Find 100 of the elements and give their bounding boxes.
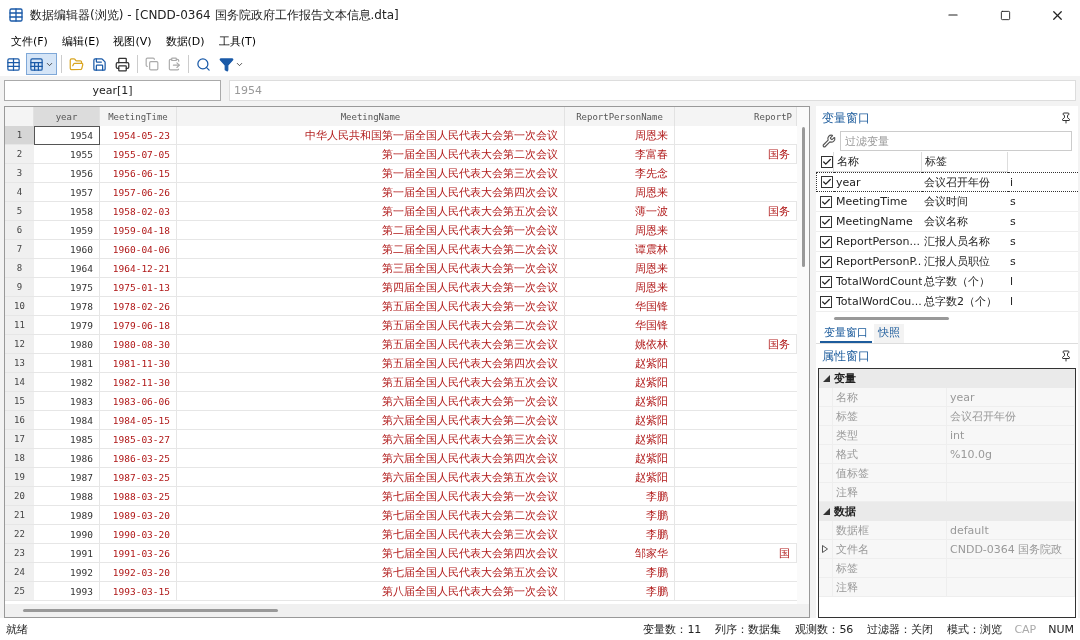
- checkbox[interactable]: [821, 176, 833, 188]
- table-cell: 第六届全国人民代表大会第五次会议: [177, 468, 565, 487]
- row-number[interactable]: 8: [5, 259, 34, 278]
- browse-mode-button[interactable]: [26, 53, 57, 75]
- table-cell: 第七届全国人民代表大会第三次会议: [177, 525, 565, 544]
- table-cell: 中华人民共和国第一届全国人民代表大会第一次会议: [177, 126, 565, 145]
- row-number[interactable]: 5: [5, 202, 34, 221]
- pin-icon[interactable]: [1060, 112, 1072, 124]
- row-number[interactable]: 15: [5, 392, 34, 411]
- table-cell: 第七届全国人民代表大会第四次会议: [177, 544, 565, 563]
- row-number[interactable]: 13: [5, 354, 34, 373]
- pin-icon[interactable]: [1060, 350, 1072, 362]
- row-number[interactable]: 22: [5, 525, 34, 544]
- row-number[interactable]: 1: [5, 126, 34, 145]
- variable-label[interactable]: 会议召开年份: [924, 174, 990, 190]
- row-number[interactable]: 21: [5, 506, 34, 525]
- checkbox[interactable]: [820, 215, 832, 228]
- table-cell: 第四届全国人民代表大会第一次会议: [177, 278, 565, 297]
- menu-item[interactable]: 文件(F): [4, 31, 55, 51]
- checkbox[interactable]: [820, 195, 832, 208]
- vertical-scrollbar[interactable]: [797, 107, 809, 604]
- variable-name[interactable]: TotalWordCou...: [836, 295, 922, 308]
- row-number[interactable]: 10: [5, 297, 34, 316]
- variable-label[interactable]: 会议时间: [924, 194, 968, 209]
- column-header[interactable]: MeetingTime: [100, 107, 177, 126]
- menu-item[interactable]: 视图(V): [106, 31, 159, 51]
- row-number[interactable]: 17: [5, 430, 34, 449]
- variable-label[interactable]: 总字数2（个）: [924, 294, 997, 309]
- checkbox[interactable]: [820, 255, 832, 268]
- group-title: 变量: [834, 371, 856, 386]
- table-cell: 1975: [34, 278, 100, 297]
- row-number[interactable]: 7: [5, 240, 34, 259]
- variable-label[interactable]: 汇报人员职位: [924, 254, 990, 269]
- checkbox[interactable]: [820, 235, 832, 248]
- column-header[interactable]: MeetingName: [177, 107, 565, 126]
- checkbox[interactable]: [820, 295, 832, 308]
- table-cell: 1957: [34, 183, 100, 202]
- table-cell: 1989: [34, 506, 100, 525]
- app-icon: [8, 7, 24, 23]
- column-header[interactable]: ReportP: [675, 107, 797, 126]
- row-number[interactable]: 6: [5, 221, 34, 240]
- table-cell: 1979: [34, 316, 100, 335]
- variable-name[interactable]: year: [836, 175, 861, 189]
- table-cell: 第三届全国人民代表大会第一次会议: [177, 259, 565, 278]
- row-number[interactable]: 3: [5, 164, 34, 183]
- menu-item[interactable]: 编辑(E): [54, 31, 107, 51]
- variable-name[interactable]: ReportPerson...: [836, 235, 920, 248]
- checkbox[interactable]: [821, 155, 833, 168]
- filter-field[interactable]: 过滤变量: [840, 131, 1072, 151]
- table-cell: 华国锋: [565, 316, 675, 335]
- table-cell: 邹家华: [565, 544, 675, 563]
- collapse-icon[interactable]: [823, 508, 830, 515]
- row-number[interactable]: 14: [5, 373, 34, 392]
- row-number[interactable]: 11: [5, 316, 34, 335]
- horizontal-scrollbar[interactable]: [5, 604, 809, 617]
- row-number[interactable]: 20: [5, 487, 34, 506]
- panel-tab[interactable]: 变量窗口: [820, 324, 872, 343]
- expand-icon[interactable]: [822, 545, 828, 553]
- row-number[interactable]: 25: [5, 582, 34, 601]
- menu-item[interactable]: 数据(D): [158, 31, 212, 51]
- table-cell: 第一届全国人民代表大会第四次会议: [177, 183, 565, 202]
- table-cell: 1981-11-30: [100, 354, 177, 373]
- column-header[interactable]: 名称: [834, 152, 922, 172]
- variable-type: s: [1010, 235, 1016, 248]
- checkbox[interactable]: [820, 275, 832, 288]
- variable-label[interactable]: 汇报人员名称: [924, 234, 990, 249]
- table-cell: 1980-08-30: [100, 335, 177, 354]
- row-number[interactable]: 16: [5, 411, 34, 430]
- row-number[interactable]: 19: [5, 468, 34, 487]
- table-cell: 第五届全国人民代表大会第五次会议: [177, 373, 565, 392]
- variable-name[interactable]: MeetingName: [836, 215, 913, 228]
- row-number[interactable]: 4: [5, 183, 34, 202]
- variable-name[interactable]: TotalWordCount: [836, 275, 922, 288]
- row-number[interactable]: 18: [5, 449, 34, 468]
- table-cell: 1984-05-15: [100, 411, 177, 430]
- row-number[interactable]: 23: [5, 544, 34, 563]
- cell-reference-field[interactable]: year[1]: [4, 79, 221, 101]
- column-header[interactable]: year: [34, 107, 100, 126]
- property-name: 注释: [833, 578, 947, 596]
- collapse-icon[interactable]: [823, 375, 830, 382]
- menu-item[interactable]: 工具(T): [211, 31, 263, 51]
- table-cell: 李鹏: [565, 525, 675, 544]
- variable-label[interactable]: 总字数（个）: [924, 274, 990, 289]
- table-cell: 谭震林: [565, 240, 675, 259]
- table-cell: 赵紫阳: [565, 449, 675, 468]
- table-cell: 李富春: [565, 145, 675, 164]
- row-number[interactable]: 24: [5, 563, 34, 582]
- row-number[interactable]: 2: [5, 145, 34, 164]
- variable-label[interactable]: 会议名称: [924, 214, 968, 229]
- variable-name[interactable]: MeetingTime: [836, 195, 908, 208]
- row-number[interactable]: 12: [5, 335, 34, 354]
- wrench-icon[interactable]: [822, 134, 836, 148]
- column-header[interactable]: ReportPersonName: [565, 107, 675, 126]
- variable-name[interactable]: ReportPersonP...: [836, 255, 922, 268]
- column-header[interactable]: 标签: [922, 152, 1008, 172]
- table-cell: 1954-05-23: [100, 126, 177, 145]
- property-value: default: [950, 523, 989, 537]
- panel-tab[interactable]: 快照: [874, 324, 904, 343]
- table-cell: 第七届全国人民代表大会第一次会议: [177, 487, 565, 506]
- row-number[interactable]: 9: [5, 278, 34, 297]
